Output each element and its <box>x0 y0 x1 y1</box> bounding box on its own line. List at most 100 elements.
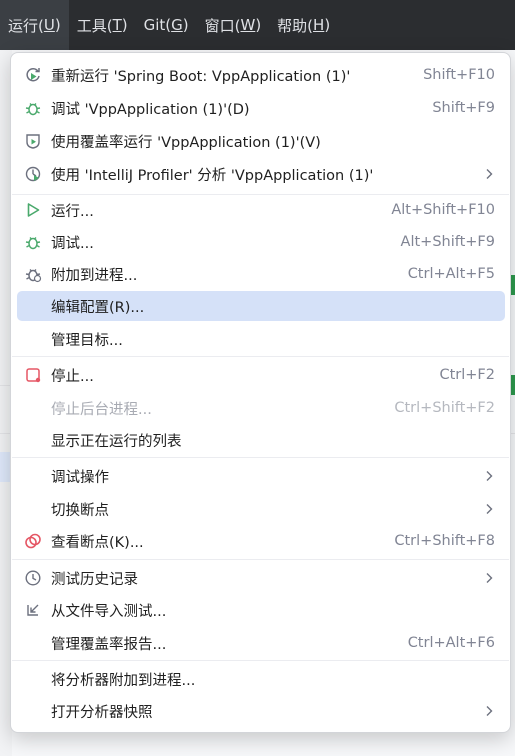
menu-item-spacer <box>21 494 45 524</box>
menu-separator <box>12 356 509 357</box>
menu-item-label: 管理目标... <box>51 332 123 349</box>
chevron-right-icon <box>481 470 497 482</box>
menu-run-label: 运行( <box>8 16 44 35</box>
menu-item-label: 测试历史记录 <box>51 571 138 588</box>
menu-item-view-breakpoints[interactable]: 查看断点(K)... Ctrl+Shift+F8 <box>17 526 505 556</box>
menu-item-spacer <box>21 324 45 354</box>
shortcut-label: Ctrl+Shift+F8 <box>394 533 495 549</box>
main-menubar: 运行(U) 工具(T) Git(G) 窗口(W) 帮助(H) <box>0 0 515 50</box>
menu-item-rerun[interactable]: 重新运行 'Spring Boot: VppApplication (1)' S… <box>17 60 505 90</box>
menu-item-label: 切换断点 <box>51 502 109 519</box>
menu-separator <box>12 559 509 560</box>
menu-item-coverage-reports[interactable]: 管理覆盖率报告... Ctrl+Alt+F6 <box>17 628 505 658</box>
import-icon <box>21 595 45 625</box>
menu-item-spacer <box>21 696 45 726</box>
menu-item-stop[interactable]: 停止... Ctrl+F2 <box>17 360 505 390</box>
menu-item-run[interactable]: 运行... Alt+Shift+F10 <box>17 195 505 225</box>
menu-tools-end: ) <box>121 16 128 34</box>
menu-item-spacer <box>21 628 45 658</box>
menu-item-spacer <box>21 393 45 423</box>
menu-git-mnemonic: G <box>171 16 183 34</box>
menu-item-debug-config[interactable]: 调试 'VppApplication (1)'(D) Shift+F9 <box>17 93 505 123</box>
menu-item-label: 打开分析器快照 <box>51 704 153 721</box>
menu-item-debug-actions[interactable]: 调试操作 <box>17 461 505 491</box>
chevron-right-icon <box>481 572 497 584</box>
menu-item-label: 停止... <box>51 368 94 385</box>
menu-item-stop-background[interactable]: 停止后台进程... Ctrl+Shift+F2 <box>17 393 505 423</box>
menu-item-import-tests[interactable]: 从文件导入测试... <box>17 595 505 625</box>
menu-help-mnemonic: H <box>313 16 325 34</box>
menu-tools-mnemonic: T <box>112 16 122 34</box>
shortcut-label: Ctrl+Alt+F6 <box>407 635 495 651</box>
menu-tools-label: 工具( <box>76 16 113 35</box>
profiler-icon <box>21 159 45 189</box>
menu-item-profiler[interactable]: 使用 'IntelliJ Profiler' 分析 'VppApplicatio… <box>17 159 505 189</box>
menu-item-label: 显示正在运行的列表 <box>51 433 182 450</box>
menu-item-spacer <box>21 461 45 491</box>
menu-item-label: 使用覆盖率运行 'VppApplication (1)'(V) <box>51 134 321 151</box>
menu-item-label: 重新运行 'Spring Boot: VppApplication (1)' <box>51 68 351 85</box>
menu-item-spacer <box>21 664 45 694</box>
menu-item-label: 调试... <box>51 235 94 252</box>
menu-item-open-profiler-snapshot[interactable]: 打开分析器快照 <box>17 696 505 726</box>
menu-separator <box>12 660 509 661</box>
stop-icon <box>21 360 45 390</box>
run-icon <box>21 195 45 225</box>
coverage-icon <box>21 126 45 156</box>
menu-item-attach-profiler[interactable]: 将分析器附加到进程... <box>17 664 505 694</box>
shortcut-label: Alt+Shift+F10 <box>391 202 495 218</box>
menu-window-mnemonic: W <box>240 16 256 34</box>
debug-icon <box>21 93 45 123</box>
menu-item-label: 使用 'IntelliJ Profiler' 分析 'VppApplicatio… <box>51 167 374 184</box>
menu-item-label: 停止后台进程... <box>51 401 152 418</box>
rerun-icon <box>21 60 45 90</box>
menu-item-label: 调试 'VppApplication (1)'(D) <box>51 101 250 118</box>
breakpoints-icon <box>21 526 45 556</box>
menu-item-manage-targets[interactable]: 管理目标... <box>17 324 505 354</box>
menu-item-test-history[interactable]: 测试历史记录 <box>17 563 505 593</box>
menu-item-spacer <box>21 425 45 455</box>
menu-window[interactable]: 窗口(W) <box>197 0 270 50</box>
menu-git-end: ) <box>182 16 189 34</box>
chevron-right-icon <box>481 705 497 717</box>
menu-item-label: 附加到进程... <box>51 267 138 284</box>
menu-item-label: 编辑配置(R)... <box>51 299 145 316</box>
menu-item-show-running[interactable]: 显示正在运行的列表 <box>17 425 505 455</box>
menu-run-end: ) <box>54 16 61 34</box>
chevron-right-icon <box>481 168 497 180</box>
menu-item-debug[interactable]: 调试... Alt+Shift+F9 <box>17 227 505 257</box>
menu-tools[interactable]: 工具(T) <box>69 0 136 50</box>
ide-green-marker <box>511 375 515 395</box>
shortcut-label: Shift+F9 <box>432 100 495 116</box>
menu-window-label: 窗口( <box>204 16 241 35</box>
menu-item-label: 调试操作 <box>51 469 109 486</box>
menu-help-label: 帮助( <box>277 16 314 35</box>
menu-separator <box>12 457 509 458</box>
menu-git[interactable]: Git(G) <box>136 0 197 50</box>
attach-icon <box>21 259 45 289</box>
menu-run-mnemonic: U <box>43 16 55 34</box>
menu-window-end: ) <box>255 16 262 34</box>
menu-item-edit-configurations[interactable]: 编辑配置(R)... <box>17 291 505 321</box>
shortcut-label: Shift+F10 <box>423 67 495 83</box>
debug-icon <box>21 227 45 257</box>
menu-item-attach-process[interactable]: 附加到进程... Ctrl+Alt+F5 <box>17 259 505 289</box>
menu-help-end: ) <box>324 16 331 34</box>
menu-item-label: 管理覆盖率报告... <box>51 636 167 653</box>
menu-item-toggle-breakpoint[interactable]: 切换断点 <box>17 494 505 524</box>
menu-item-label: 查看断点(K)... <box>51 534 144 551</box>
run-dropdown-menu: 重新运行 'Spring Boot: VppApplication (1)' S… <box>10 52 511 733</box>
menu-item-label: 将分析器附加到进程... <box>51 672 196 689</box>
shortcut-label: Ctrl+Alt+F5 <box>407 266 495 282</box>
shortcut-label: Ctrl+F2 <box>439 367 495 383</box>
menu-git-label: Git( <box>143 16 172 34</box>
menu-item-run-coverage[interactable]: 使用覆盖率运行 'VppApplication (1)'(V) <box>17 126 505 156</box>
menu-run[interactable]: 运行(U) <box>0 0 69 50</box>
menu-item-label: 从文件导入测试... <box>51 603 167 620</box>
ide-green-marker <box>511 275 515 295</box>
chevron-right-icon <box>481 503 497 515</box>
shortcut-label: Ctrl+Shift+F2 <box>394 400 495 416</box>
history-icon <box>21 563 45 593</box>
menu-help[interactable]: 帮助(H) <box>269 0 338 50</box>
menu-item-spacer <box>21 291 45 321</box>
